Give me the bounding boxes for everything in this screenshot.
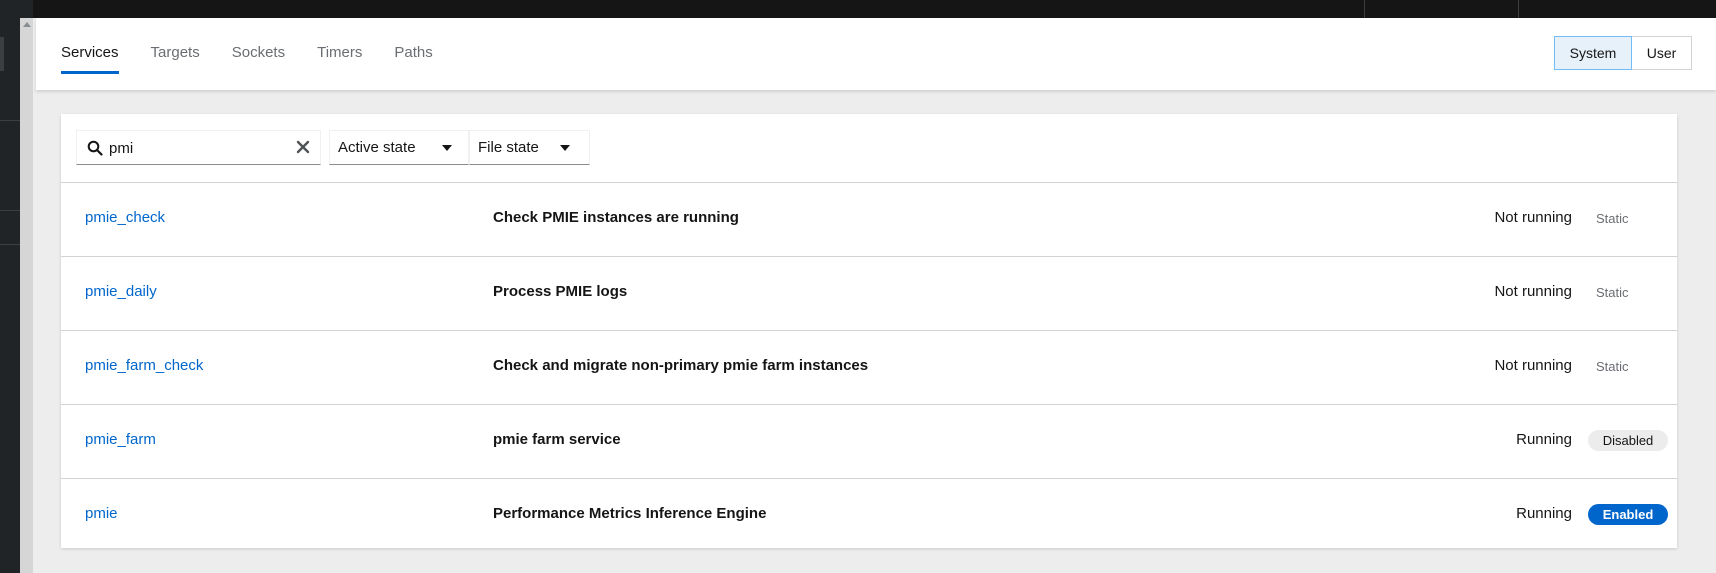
tab-timers[interactable]: Timers — [317, 18, 362, 90]
scope-toggle-group: System User — [1554, 36, 1692, 70]
file-state-label: File state — [478, 139, 539, 156]
topbar-divider — [1518, 0, 1519, 18]
service-row[interactable]: pmie_daily Process PMIE logs Not running… — [61, 257, 1677, 331]
active-state-label: Active state — [338, 139, 416, 156]
services-list: pmie_check Check PMIE instances are runn… — [61, 183, 1677, 552]
file-state-badge-enabled: Enabled — [1588, 504, 1668, 525]
scroll-up-arrow-icon[interactable] — [23, 22, 31, 27]
service-description: pmie farm service — [493, 431, 621, 448]
tab-sockets[interactable]: Sockets — [232, 18, 285, 90]
service-active-state: Running — [1516, 505, 1572, 522]
active-state-select[interactable]: Active state — [329, 130, 469, 165]
service-description: Process PMIE logs — [493, 283, 628, 300]
system-toggle-button[interactable]: System — [1554, 36, 1632, 70]
service-description: Performance Metrics Inference Engine — [493, 505, 767, 522]
topbar-divider — [1364, 0, 1365, 18]
search-icon — [87, 140, 103, 156]
services-card: Active state File state pmie_check Check… — [61, 114, 1677, 548]
sidebar-item[interactable] — [0, 37, 4, 71]
caret-down-icon — [560, 145, 570, 151]
service-name-link[interactable]: pmie_daily — [85, 283, 157, 300]
service-row[interactable]: pmie_farm_check Check and migrate non-pr… — [61, 331, 1677, 405]
unit-type-tabs: Services Targets Sockets Timers Paths — [61, 18, 465, 90]
service-file-state: Static — [1596, 211, 1629, 226]
caret-down-icon — [442, 145, 452, 151]
clear-icon[interactable] — [296, 140, 310, 154]
services-header: Services Targets Sockets Timers Paths Sy… — [36, 18, 1716, 90]
service-description: Check and migrate non-primary pmie farm … — [493, 357, 869, 374]
tab-paths[interactable]: Paths — [394, 18, 432, 90]
file-state-badge-disabled: Disabled — [1588, 430, 1668, 451]
service-name-link[interactable]: pmie — [85, 505, 118, 522]
service-row[interactable]: pmie Performance Metrics Inference Engin… — [61, 479, 1677, 552]
scrollbar[interactable] — [20, 18, 33, 573]
service-file-state: Static — [1596, 359, 1629, 374]
service-active-state: Not running — [1494, 283, 1572, 300]
filter-toolbar: Active state File state — [61, 114, 1677, 183]
service-row[interactable]: pmie_farm pmie farm service Running Disa… — [61, 405, 1677, 479]
service-row[interactable]: pmie_check Check PMIE instances are runn… — [61, 183, 1677, 257]
shell-topbar — [0, 0, 1716, 18]
service-name-link[interactable]: pmie_check — [85, 209, 165, 226]
service-active-state: Not running — [1494, 209, 1572, 226]
service-description: Check PMIE instances are running — [493, 209, 739, 226]
file-state-select[interactable]: File state — [469, 130, 590, 165]
tab-targets[interactable]: Targets — [151, 18, 200, 90]
user-toggle-button[interactable]: User — [1632, 36, 1692, 70]
service-active-state: Running — [1516, 431, 1572, 448]
search-box — [76, 130, 321, 165]
search-input[interactable] — [109, 137, 279, 159]
service-file-state: Static — [1596, 285, 1629, 300]
service-name-link[interactable]: pmie_farm_check — [85, 357, 203, 374]
tab-services[interactable]: Services — [61, 18, 119, 90]
service-name-link[interactable]: pmie_farm — [85, 431, 156, 448]
service-active-state: Not running — [1494, 357, 1572, 374]
